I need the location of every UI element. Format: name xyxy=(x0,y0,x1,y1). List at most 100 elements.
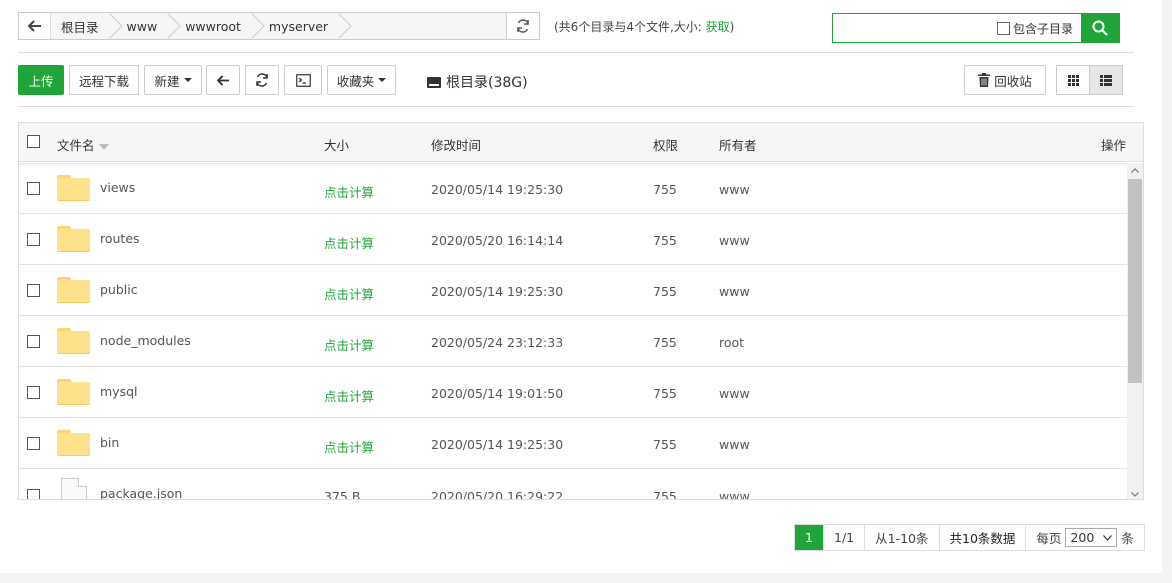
owner[interactable]: www xyxy=(719,233,750,248)
permission[interactable]: 755 xyxy=(653,489,677,499)
table-row[interactable]: node_modules 点击计算 2020/05/24 23:12:33 75… xyxy=(19,316,1127,367)
file-name[interactable]: views xyxy=(100,180,135,195)
folder-icon xyxy=(57,379,90,405)
file-name[interactable]: public xyxy=(100,282,138,297)
permission[interactable]: 755 xyxy=(653,386,677,401)
owner[interactable]: www xyxy=(719,437,750,452)
table-row[interactable]: bin 点击计算 2020/05/14 19:25:30 755 www xyxy=(19,418,1127,469)
back-button[interactable] xyxy=(206,65,240,95)
select-all-checkbox[interactable] xyxy=(27,135,40,148)
permission[interactable]: 755 xyxy=(653,182,677,197)
list-view-icon[interactable] xyxy=(1089,66,1122,94)
terminal-button[interactable] xyxy=(284,65,322,95)
row-checkbox[interactable] xyxy=(27,182,40,195)
owner[interactable]: www xyxy=(719,386,750,401)
include-subdirs-label: 包含子目录 xyxy=(1012,21,1073,36)
refresh-icon xyxy=(256,73,268,87)
fetch-size-link[interactable]: 获取 xyxy=(706,20,730,34)
checkbox-box[interactable] xyxy=(996,21,1010,35)
folder-icon xyxy=(57,328,90,354)
column-size: 大小 xyxy=(324,138,350,153)
size-calc-link[interactable]: 点击计算 xyxy=(324,437,374,456)
table-row[interactable]: views 点击计算 2020/05/14 19:25:30 755 www xyxy=(19,163,1127,214)
page-current[interactable]: 1 xyxy=(795,525,824,550)
file-manager-panel: 根目录 www wwwroot myserver (共6个目录与4个文件,大小:… xyxy=(0,0,1162,573)
table-body: views 点击计算 2020/05/14 19:25:30 755 www r… xyxy=(19,163,1127,499)
size-calc-link[interactable]: 点击计算 xyxy=(324,386,374,405)
column-mtime: 修改时间 xyxy=(431,138,482,153)
back-arrow-icon[interactable] xyxy=(19,13,51,39)
new-dropdown-button[interactable]: 新建 xyxy=(144,65,202,95)
per-page: 每页 200 条 xyxy=(1026,525,1144,550)
back-arrow-icon xyxy=(216,74,229,86)
header-shadow xyxy=(19,163,1143,167)
file-name[interactable]: node_modules xyxy=(100,333,191,348)
permission[interactable]: 755 xyxy=(653,284,677,299)
owner[interactable]: root xyxy=(719,335,744,350)
trash-icon xyxy=(978,73,991,87)
scrollbar-thumb[interactable] xyxy=(1128,179,1142,383)
modified-time: 2020/05/20 16:14:14 xyxy=(431,233,564,248)
pagination: 1 1/1 从1-10条 共10条数据 每页 200 条 xyxy=(794,524,1145,551)
breadcrumb-item-myserver[interactable]: myserver xyxy=(255,13,342,39)
row-checkbox[interactable] xyxy=(27,335,40,348)
row-checkbox[interactable] xyxy=(27,233,40,246)
refresh-button[interactable] xyxy=(245,65,279,95)
disk-selector[interactable]: 根目录(38G) xyxy=(427,72,528,92)
remote-download-button[interactable]: 远程下载 xyxy=(69,65,139,95)
page-count: 1/1 xyxy=(824,525,866,550)
table-header: 文件名 大小 修改时间 权限 所有者 操作 xyxy=(19,123,1143,162)
file-name[interactable]: mysql xyxy=(100,384,138,399)
scrollbar[interactable] xyxy=(1127,163,1143,499)
search-button[interactable] xyxy=(1081,14,1119,42)
grid-view-icon[interactable] xyxy=(1057,66,1089,94)
favorites-dropdown-button[interactable]: 收藏夹 xyxy=(327,65,396,95)
favorites-label: 收藏夹 xyxy=(336,73,375,89)
permission[interactable]: 755 xyxy=(653,233,677,248)
breadcrumb-item-root[interactable]: 根目录 xyxy=(51,13,113,39)
caret-down-icon xyxy=(378,78,387,82)
owner[interactable]: www xyxy=(719,182,750,197)
scroll-up-icon[interactable] xyxy=(1127,163,1143,177)
terminal-icon xyxy=(295,73,311,87)
hdd-icon xyxy=(427,76,441,88)
disk-label: 根目录(38G) xyxy=(446,75,528,91)
modified-time: 2020/05/14 19:25:30 xyxy=(431,437,564,452)
size-calc-link[interactable]: 点击计算 xyxy=(324,182,374,201)
owner[interactable]: www xyxy=(719,284,750,299)
size-calc-link[interactable]: 点击计算 xyxy=(324,233,374,252)
size-calc-link[interactable]: 点击计算 xyxy=(324,284,374,303)
row-checkbox[interactable] xyxy=(27,489,40,499)
include-subdirs-checkbox[interactable]: 包含子目录 xyxy=(996,14,1081,42)
row-checkbox[interactable] xyxy=(27,437,40,450)
modified-time: 2020/05/24 23:12:33 xyxy=(431,335,564,350)
table-row[interactable]: package.json 375 B 2020/05/20 16:29:22 7… xyxy=(19,469,1127,499)
size-calc-link[interactable]: 点击计算 xyxy=(324,335,374,354)
row-checkbox[interactable] xyxy=(27,386,40,399)
row-checkbox[interactable] xyxy=(27,284,40,297)
scroll-down-icon[interactable] xyxy=(1127,487,1143,499)
permission[interactable]: 755 xyxy=(653,437,677,452)
recycle-bin-button[interactable]: 回收站 xyxy=(964,65,1046,95)
summary-close: ) xyxy=(729,20,735,34)
breadcrumb-item-wwwroot[interactable]: wwwroot xyxy=(171,13,255,39)
recycle-bin-label: 回收站 xyxy=(994,73,1032,89)
summary-text: (共6个目录与4个文件,大小: xyxy=(554,20,702,34)
file-name[interactable]: routes xyxy=(100,231,140,246)
table-row[interactable]: routes 点击计算 2020/05/20 16:14:14 755 www xyxy=(19,214,1127,265)
owner[interactable]: www xyxy=(719,489,750,499)
per-page-select[interactable]: 200 xyxy=(1065,528,1118,547)
caret-down-icon xyxy=(183,78,192,82)
file-name[interactable]: package.json xyxy=(100,486,182,499)
total-count: 共10条数据 xyxy=(940,525,1027,550)
upload-button[interactable]: 上传 xyxy=(18,65,64,95)
refresh-icon[interactable] xyxy=(506,13,539,39)
modified-time: 2020/05/14 19:25:30 xyxy=(431,284,564,299)
column-name[interactable]: 文件名 xyxy=(57,135,109,154)
folder-icon xyxy=(57,226,90,252)
permission[interactable]: 755 xyxy=(653,335,677,350)
search-input[interactable] xyxy=(833,14,997,42)
file-name[interactable]: bin xyxy=(100,435,119,450)
table-row[interactable]: mysql 点击计算 2020/05/14 19:01:50 755 www xyxy=(19,367,1127,418)
table-row[interactable]: public 点击计算 2020/05/14 19:25:30 755 www xyxy=(19,265,1127,316)
